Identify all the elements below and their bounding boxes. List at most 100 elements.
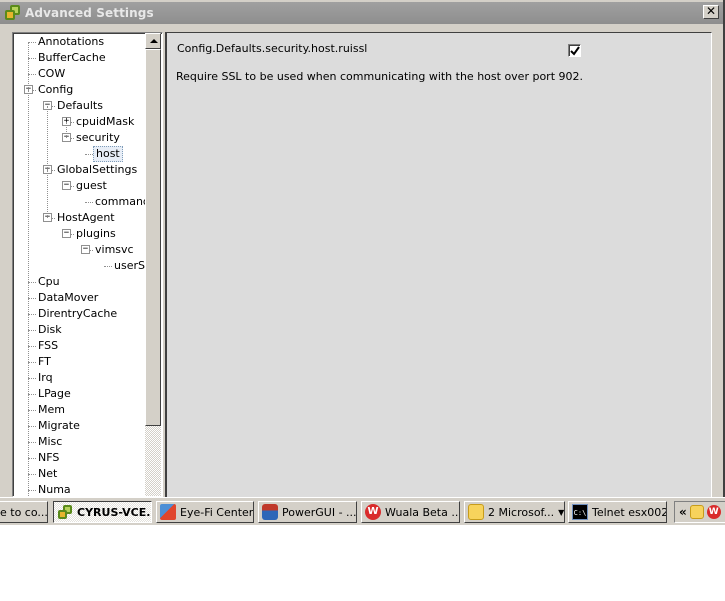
setting-name: Config.Defaults.security.host.ruissl — [177, 42, 368, 55]
tree-item-label: Cpu — [38, 275, 60, 288]
tree-item[interactable]: DirentryCache — [36, 306, 119, 322]
task-label: PowerGUI - ... — [282, 505, 357, 519]
tree-connector — [104, 266, 112, 267]
tree-item[interactable]: Irq — [36, 370, 55, 386]
tree-item-label: DirentryCache — [38, 307, 118, 320]
taskbar-button-eye-fi-center[interactable]: Eye-Fi Center — [156, 501, 254, 523]
tree-connector — [28, 426, 36, 427]
task-label: Eye-Fi Center — [180, 505, 254, 519]
tree-item-label: FT — [38, 355, 51, 368]
taskbar-button-0[interactable]: e to co... — [0, 501, 48, 523]
tree-item[interactable]: Annotations — [36, 34, 106, 50]
tree-item[interactable]: GlobalSettings — [55, 162, 139, 178]
tree-item-label: FSS — [38, 339, 59, 352]
tree-item-label: security — [76, 131, 120, 144]
tree-item-label: cpuidMask — [76, 115, 135, 128]
tree-connector — [28, 314, 36, 315]
tree-item[interactable]: Migrate — [36, 418, 82, 434]
title-bar[interactable]: Advanced Settings ✕ — [0, 2, 723, 24]
system-tray: « W — [674, 501, 725, 523]
tray-expand-chevron-icon[interactable]: « — [679, 505, 687, 519]
taskbar-button-microsoft-group[interactable]: 2 Microsof... ▼ — [464, 501, 565, 523]
cmd-icon: C:\ — [572, 504, 588, 520]
task-label: Telnet esx002 — [592, 505, 667, 519]
tree-item[interactable]: vimsvc — [93, 242, 136, 258]
tree-item[interactable]: Mem — [36, 402, 67, 418]
tree-connector — [28, 490, 36, 491]
tree-item-label: DataMover — [38, 291, 99, 304]
tree-item-label: GlobalSettings — [57, 163, 138, 176]
task-label: CYRUS-VCE... — [77, 505, 152, 519]
tree-item[interactable]: Misc — [36, 434, 64, 450]
tree-item-label: LPage — [38, 387, 71, 400]
setting-value-checkbox[interactable] — [568, 44, 581, 57]
setting-description: Require SSL to be used when communicatin… — [176, 70, 584, 83]
tree-item[interactable]: guest — [74, 178, 109, 194]
tree-item[interactable]: LPage — [36, 386, 73, 402]
tree-item[interactable]: Cpu — [36, 274, 62, 290]
tree-item[interactable]: cpuidMask — [74, 114, 136, 130]
tray-wuala-icon[interactable]: W — [706, 505, 721, 519]
tree-item[interactable]: NFS — [36, 450, 61, 466]
tree-item-label: HostAgent — [57, 211, 115, 224]
tree-connector — [85, 202, 93, 203]
tree-connector — [28, 58, 36, 59]
outlook-icon — [468, 504, 484, 520]
tree-guide-line — [47, 170, 48, 218]
advanced-settings-window: Advanced Settings ✕ Annotations BufferCac… — [0, 0, 725, 497]
tree-item[interactable]: FSS — [36, 338, 60, 354]
tree-item[interactable]: HostAgent — [55, 210, 117, 226]
tree-item[interactable]: commands — [93, 194, 146, 210]
task-label: e to co... — [0, 505, 48, 519]
tree-connector — [28, 42, 36, 43]
scroll-thumb[interactable] — [145, 49, 161, 426]
close-button[interactable]: ✕ — [703, 5, 719, 19]
tree-guide-line — [66, 122, 67, 138]
taskbar-button-cyrus-vce[interactable]: CYRUS-VCE... — [53, 501, 152, 523]
tree-item[interactable]: Numa — [36, 482, 73, 496]
tree-item[interactable]: host — [93, 146, 123, 162]
settings-tree: Annotations BufferCache COW Config − Defaults… — [13, 33, 146, 496]
tree-item-label: Irq — [38, 371, 53, 384]
checkmark-icon — [570, 46, 580, 56]
scroll-up-arrow-icon[interactable] — [145, 33, 161, 49]
tree-item-label: Disk — [38, 323, 62, 336]
task-label: Wuala Beta ... — [385, 505, 460, 519]
collapse-minus-icon[interactable]: − — [62, 181, 71, 190]
taskbar-button-powergui[interactable]: PowerGUI - ... — [258, 501, 357, 523]
tree-connector — [28, 442, 36, 443]
tree-item-label: vimsvc — [95, 243, 134, 256]
collapse-minus-icon[interactable]: − — [62, 229, 71, 238]
tree-connector — [28, 298, 36, 299]
tree-item[interactable]: userSe — [112, 258, 146, 274]
setting-detail-panel: Config.Defaults.security.host.ruissl Req… — [165, 32, 712, 497]
window-title: Advanced Settings — [25, 6, 154, 20]
tree-item[interactable]: security — [74, 130, 122, 146]
taskbar: e to co... CYRUS-VCE... Eye-Fi Center Po… — [0, 497, 725, 525]
taskbar-button-telnet-esx002[interactable]: C:\ Telnet esx002 — [568, 501, 667, 523]
tree-item[interactable]: Disk — [36, 322, 64, 338]
tree-item-label: Net — [38, 467, 58, 480]
tree-item[interactable]: BufferCache — [36, 50, 108, 66]
tree-item[interactable]: DataMover — [36, 290, 100, 306]
tree-item-label: BufferCache — [38, 51, 106, 64]
vsphere-app-icon — [5, 5, 21, 21]
tray-outlook-icon[interactable] — [689, 505, 704, 519]
tree-item-label: Migrate — [38, 419, 80, 432]
tree-item-label: NFS — [38, 451, 60, 464]
tree-connector — [28, 346, 36, 347]
tree-item[interactable]: COW — [36, 66, 67, 82]
tree-connector — [28, 330, 36, 331]
vmware-icon — [57, 504, 73, 520]
tree-connector — [28, 362, 36, 363]
tree-item[interactable]: Net — [36, 466, 59, 482]
tree-item[interactable]: Config — [36, 82, 75, 98]
taskbar-button-wuala[interactable]: W Wuala Beta ... — [361, 501, 460, 523]
tree-item-label: host — [93, 146, 123, 162]
tree-item[interactable]: FT — [36, 354, 53, 370]
tree-item-label: guest — [76, 179, 107, 192]
tree-item[interactable]: Defaults — [55, 98, 105, 114]
tree-item[interactable]: plugins — [74, 226, 118, 242]
collapse-minus-icon[interactable]: − — [81, 245, 90, 254]
tree-vertical-scrollbar[interactable] — [145, 33, 161, 496]
